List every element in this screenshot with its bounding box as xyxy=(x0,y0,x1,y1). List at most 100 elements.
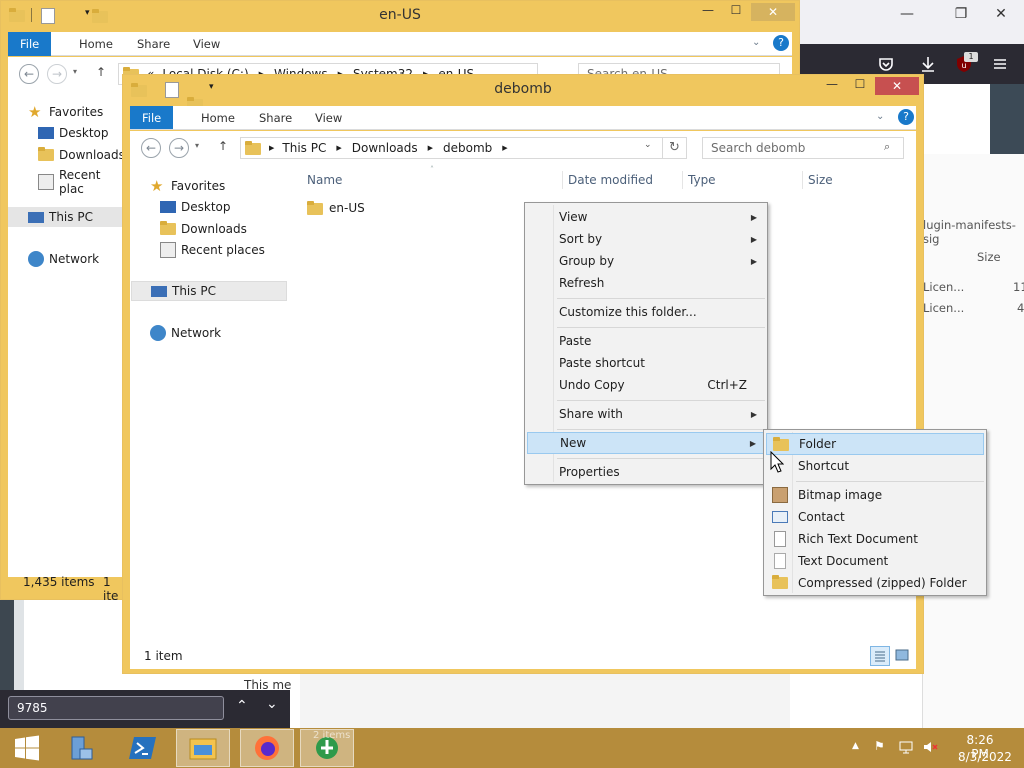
nav-network[interactable]: Network xyxy=(28,251,99,267)
taskbar: 2 items ▲ ⚑ 8:26 PM 8/3/2022 xyxy=(0,728,1024,768)
tab-home[interactable]: Home xyxy=(189,106,247,130)
menu-item-customize[interactable]: Customize this folder... xyxy=(527,301,765,323)
recent-places-icon xyxy=(160,242,176,258)
ribbon-expand-icon[interactable]: ⌄ xyxy=(876,111,884,122)
breadcrumb-item[interactable]: Downloads xyxy=(352,141,418,155)
menu-item-new[interactable]: New ▶ xyxy=(527,432,765,454)
network-tray-icon[interactable] xyxy=(898,739,914,755)
firefox-icon xyxy=(255,736,279,760)
submenu-item-bitmap[interactable]: Bitmap image xyxy=(766,484,984,506)
submenu-item-zip[interactable]: Compressed (zipped) Folder xyxy=(766,572,984,594)
submenu-item-folder[interactable]: Folder xyxy=(766,433,984,455)
nav-recent[interactable]: Recent plac xyxy=(38,168,123,196)
large-icons-view-button[interactable] xyxy=(894,647,912,665)
download-icon[interactable] xyxy=(918,54,938,74)
tab-share[interactable]: Share xyxy=(125,32,182,56)
nav-desktop[interactable]: Desktop xyxy=(160,200,231,214)
help-icon[interactable]: ? xyxy=(898,109,914,125)
tab-file[interactable]: File xyxy=(130,106,174,129)
back-button[interactable]: ← xyxy=(141,138,161,158)
menu-item-properties[interactable]: Properties xyxy=(527,461,765,483)
menu-item-sort-by[interactable]: Sort by ▶ xyxy=(527,228,765,250)
forward-button[interactable]: → xyxy=(47,64,67,84)
recent-locations-icon[interactable]: ▾ xyxy=(73,67,77,76)
nav-thispc[interactable]: This PC xyxy=(8,207,123,227)
column-header-name[interactable]: Name xyxy=(307,173,342,187)
close-button[interactable]: ✕ xyxy=(751,3,795,21)
back-button[interactable]: ← xyxy=(19,64,39,84)
search-input[interactable]: Search debomb xyxy=(702,137,904,159)
menu-item-undo-copy[interactable]: Undo Copy Ctrl+Z xyxy=(527,374,765,396)
forward-button[interactable]: → xyxy=(169,138,189,158)
browser-fragment-text: lugin-manifests-sig xyxy=(923,218,1016,246)
details-view-button[interactable] xyxy=(870,646,890,666)
taskbar-powershell[interactable] xyxy=(116,729,170,767)
column-header-size[interactable]: Size xyxy=(808,173,833,187)
hamburger-menu-icon[interactable] xyxy=(990,54,1010,74)
minimize-button[interactable]: — xyxy=(819,77,845,95)
maximize-button[interactable]: ☐ xyxy=(847,77,873,95)
clock-date[interactable]: 8/3/2022 xyxy=(958,750,1012,764)
menu-item-refresh[interactable]: Refresh xyxy=(527,272,765,294)
file-row[interactable]: en-US xyxy=(307,199,365,217)
tab-share[interactable]: Share xyxy=(247,106,304,130)
browser-row-size: 4 xyxy=(1017,301,1024,315)
taskbar-file-explorer[interactable] xyxy=(176,729,230,767)
start-button[interactable] xyxy=(0,729,54,767)
nav-desktop[interactable]: Desktop xyxy=(38,126,109,140)
nav-favorites[interactable]: ★ Favorites xyxy=(150,178,225,194)
menu-item-view[interactable]: View ▶ xyxy=(527,206,765,228)
window-title: debomb xyxy=(494,81,552,97)
tab-view[interactable]: View xyxy=(181,32,232,56)
undo-accelerator: Ctrl+Z xyxy=(707,378,747,392)
recent-locations-icon[interactable]: ▾ xyxy=(195,141,199,150)
volume-muted-icon[interactable] xyxy=(922,739,938,755)
nav-favorites[interactable]: ★ Favorites xyxy=(28,104,103,120)
ribbon-expand-icon[interactable]: ⌄ xyxy=(752,37,760,48)
nav-recent[interactable]: Recent places xyxy=(160,242,265,258)
menu-item-paste[interactable]: Paste xyxy=(527,330,765,352)
menu-item-paste-shortcut[interactable]: Paste shortcut xyxy=(527,352,765,374)
address-dropdown-icon[interactable]: ⌄ xyxy=(644,140,652,150)
flag-icon[interactable]: ⚑ xyxy=(874,739,885,753)
column-divider xyxy=(562,171,563,189)
taskbar-firefox[interactable] xyxy=(240,729,294,767)
nav-network[interactable]: Network xyxy=(150,325,221,341)
tab-view[interactable]: View xyxy=(303,106,354,130)
search-icon[interactable]: ⌕ xyxy=(884,140,890,154)
column-header-date[interactable]: Date modified xyxy=(568,173,653,187)
close-button[interactable]: ✕ xyxy=(875,77,919,95)
breadcrumb-item[interactable]: This PC xyxy=(282,141,326,155)
breadcrumb-item[interactable]: debomb xyxy=(443,141,492,155)
taskbar-app[interactable]: 2 items xyxy=(300,729,354,767)
submenu-item-text[interactable]: Text Document xyxy=(766,550,984,572)
taskbar-server-manager[interactable] xyxy=(54,729,108,767)
nav-thispc[interactable]: This PC xyxy=(131,281,287,301)
find-next-icon[interactable]: ⌄ xyxy=(266,696,278,712)
help-icon[interactable]: ? xyxy=(773,35,789,51)
tray-overflow-icon[interactable]: ▲ xyxy=(852,741,859,751)
find-input[interactable]: 9785 xyxy=(8,696,224,720)
browser-minimize-button[interactable]: — xyxy=(884,0,930,28)
nav-downloads[interactable]: Downloads xyxy=(160,221,247,237)
taskbar-ghost-label: 2 items xyxy=(313,730,351,741)
tab-file[interactable]: File xyxy=(8,32,52,56)
up-button[interactable]: ↑ xyxy=(218,139,228,153)
tab-home[interactable]: Home xyxy=(67,32,125,56)
maximize-button[interactable]: ☐ xyxy=(723,3,749,21)
nav-downloads[interactable]: Downloads xyxy=(38,147,125,163)
pocket-icon[interactable] xyxy=(876,54,896,74)
up-button[interactable]: ↑ xyxy=(96,65,106,79)
status-bar: 1 item xyxy=(130,645,916,669)
submenu-item-contact[interactable]: Contact xyxy=(766,506,984,528)
column-header-type[interactable]: Type xyxy=(688,173,716,187)
find-previous-icon[interactable]: ⌃ xyxy=(236,698,248,714)
menu-item-group-by[interactable]: Group by ▶ xyxy=(527,250,765,272)
address-bar[interactable]: ▶ This PC ▶ Downloads ▶ debomb ▶ ⌄ xyxy=(240,137,663,159)
submenu-item-rtf[interactable]: Rich Text Document xyxy=(766,528,984,550)
browser-close-button[interactable]: ✕ xyxy=(978,0,1024,28)
menu-item-share-with[interactable]: Share with ▶ xyxy=(527,403,765,425)
minimize-button[interactable]: — xyxy=(695,3,721,21)
submenu-item-shortcut[interactable]: Shortcut xyxy=(766,455,984,477)
refresh-button[interactable]: ↻ xyxy=(663,137,687,159)
